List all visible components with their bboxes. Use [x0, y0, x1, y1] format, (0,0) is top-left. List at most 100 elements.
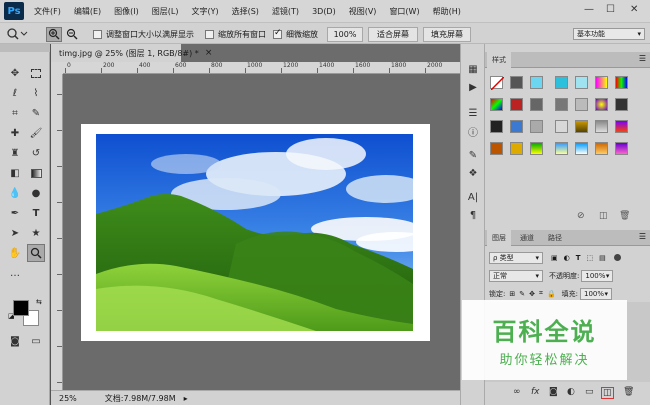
document-tab[interactable]: timg.jpg @ 25% (图层 1, RGB/8#) * × — [51, 44, 212, 62]
history-panel-icon[interactable]: ▦ — [466, 62, 480, 76]
new-layer-icon[interactable]: ◫ — [601, 387, 614, 399]
layer-effects-icon[interactable]: fx — [531, 387, 540, 397]
swap-colors-icon[interactable]: ⇆ — [36, 298, 42, 306]
clone-stamp-tool-icon[interactable]: ♜ — [6, 144, 24, 162]
filter-adjustment-icon[interactable]: ◐ — [564, 254, 570, 262]
style-swatch[interactable] — [490, 120, 503, 133]
new-group-icon[interactable]: ▭ — [585, 387, 594, 397]
layer-filter-select[interactable]: ρ 类型 ▾ — [489, 251, 543, 264]
blur-tool-icon[interactable]: 💧 — [6, 184, 24, 202]
tab-styles[interactable]: 样式 — [487, 52, 511, 68]
horizontal-ruler[interactable]: 0 200 400 600 800 1000 1200 1400 1600 18… — [63, 62, 460, 74]
style-swatch[interactable] — [595, 142, 608, 155]
more-tools-icon[interactable]: … — [6, 264, 24, 282]
hand-tool-icon[interactable]: ✋ — [6, 244, 24, 262]
actions-panel-icon[interactable]: ▶ — [466, 80, 480, 94]
tab-layers[interactable]: 图层 — [487, 230, 511, 246]
fit-screen-button[interactable]: 适合屏幕 — [368, 26, 418, 42]
menu-help[interactable]: 帮助(H) — [433, 6, 461, 17]
style-swatch[interactable] — [615, 142, 628, 155]
close-tab-icon[interactable]: × — [205, 48, 213, 58]
properties-panel-icon[interactable]: ☰ — [466, 106, 480, 120]
brush-panel-icon[interactable]: ✎ — [466, 148, 480, 162]
history-brush-tool-icon[interactable]: ↺ — [27, 144, 45, 162]
menu-3d[interactable]: 3D(D) — [312, 7, 336, 16]
close-button[interactable]: ✕ — [630, 4, 638, 15]
clear-style-icon[interactable]: ⊘ — [577, 211, 585, 221]
style-swatch[interactable] — [615, 98, 628, 111]
info-panel-icon[interactable]: ⓘ — [466, 124, 480, 139]
zoom-level[interactable]: 25% — [59, 394, 77, 403]
document-canvas[interactable] — [81, 124, 430, 341]
character-panel-icon[interactable]: A| — [466, 190, 480, 204]
marquee-tool-icon[interactable] — [27, 64, 45, 82]
zoom-all-option[interactable]: 缩放所有窗口 — [205, 27, 266, 41]
layers-panel-menu-icon[interactable]: ☰ — [639, 232, 646, 241]
menu-filter[interactable]: 滤镜(T) — [272, 6, 299, 17]
zoom-in-mode[interactable] — [46, 26, 62, 42]
resize-windows-option[interactable]: 调整窗口大小以满屏显示 — [93, 27, 194, 41]
resize-windows-checkbox[interactable] — [93, 29, 102, 39]
clone-source-panel-icon[interactable]: ❖ — [466, 166, 480, 180]
style-swatch[interactable] — [595, 76, 608, 89]
delete-style-icon[interactable]: 🗑 — [619, 211, 630, 221]
menu-select[interactable]: 选择(S) — [232, 6, 259, 17]
landscape-photo[interactable] — [96, 134, 413, 331]
style-swatch[interactable] — [510, 120, 523, 133]
style-swatch[interactable] — [530, 120, 543, 133]
menu-layer[interactable]: 图层(L) — [152, 6, 179, 17]
menu-image[interactable]: 图像(I) — [114, 6, 139, 17]
style-swatch[interactable] — [555, 98, 568, 111]
scrubby-zoom-checkbox[interactable] — [273, 28, 282, 39]
zoom-tool-preset[interactable] — [6, 27, 28, 41]
eraser-tool-icon[interactable]: ◧ — [6, 164, 24, 182]
style-swatch[interactable] — [575, 142, 588, 155]
quick-select-tool-icon[interactable]: ⌇ — [27, 84, 45, 102]
delete-layer-icon[interactable]: 🗑 — [623, 387, 634, 397]
zoom-out-mode[interactable] — [65, 27, 79, 41]
fill-screen-button[interactable]: 填充屏幕 — [423, 26, 471, 42]
menu-type[interactable]: 文字(Y) — [191, 6, 218, 17]
workspace-select[interactable]: 基本功能 ▾ — [573, 28, 645, 40]
new-style-icon[interactable]: ◫ — [599, 211, 608, 221]
lock-position-icon[interactable]: ✥ — [529, 290, 535, 298]
tab-paths[interactable]: 路径 — [543, 230, 567, 246]
type-tool-icon[interactable]: T — [27, 204, 45, 222]
lock-transparency-icon[interactable]: ⊞ — [509, 290, 515, 298]
menu-edit[interactable]: 编辑(E) — [74, 6, 101, 17]
style-swatch[interactable] — [555, 120, 568, 133]
style-swatch[interactable] — [615, 76, 628, 89]
menu-window[interactable]: 窗口(W) — [389, 6, 419, 17]
style-swatch[interactable] — [530, 76, 543, 89]
filter-pixel-icon[interactable]: ▣ — [551, 254, 558, 262]
style-swatch[interactable] — [595, 98, 608, 111]
quick-mask-icon[interactable]: ◙ — [6, 332, 24, 350]
style-swatch-none[interactable] — [490, 76, 505, 91]
lock-pixels-icon[interactable]: ✎ — [519, 290, 525, 298]
path-selection-tool-icon[interactable]: ➤ — [6, 224, 24, 242]
vertical-ruler[interactable] — [51, 74, 63, 390]
style-swatch[interactable] — [510, 76, 523, 89]
gradient-tool-icon[interactable] — [27, 164, 45, 182]
adjustment-layer-icon[interactable]: ◐ — [567, 387, 575, 397]
status-arrow-icon[interactable]: ▸ — [184, 394, 188, 403]
paragraph-panel-icon[interactable]: ¶ — [466, 208, 480, 222]
style-swatch[interactable] — [510, 98, 523, 111]
pen-tool-icon[interactable]: ✒ — [6, 204, 24, 222]
minimize-button[interactable]: — — [584, 4, 594, 15]
style-swatch[interactable] — [575, 120, 588, 133]
style-swatch[interactable] — [555, 142, 568, 155]
style-swatch[interactable] — [615, 120, 628, 133]
custom-shape-tool-icon[interactable]: ★ — [27, 224, 45, 242]
blend-mode-select[interactable]: 正常 ▾ — [489, 269, 543, 282]
canvas-pasteboard[interactable] — [63, 74, 460, 390]
menu-file[interactable]: 文件(F) — [34, 6, 61, 17]
zoom-all-checkbox[interactable] — [205, 29, 214, 39]
lock-all-icon[interactable]: 🔒 — [547, 290, 556, 298]
move-tool-icon[interactable]: ✥ — [6, 64, 24, 82]
add-mask-icon[interactable]: ◙ — [549, 387, 558, 397]
style-swatch[interactable] — [530, 98, 543, 111]
tab-channels[interactable]: 通道 — [515, 230, 539, 246]
panel-menu-icon[interactable]: ☰ — [639, 54, 646, 63]
zoom-tool-icon[interactable] — [27, 244, 45, 262]
